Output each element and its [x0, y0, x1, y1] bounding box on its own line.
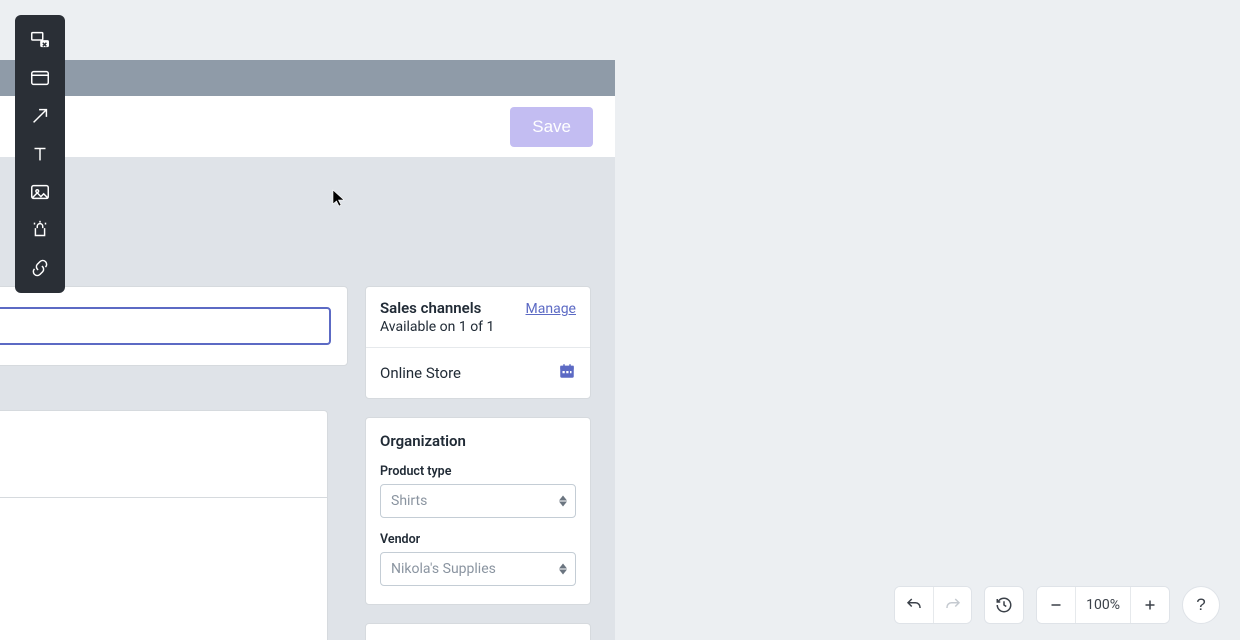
vendor-label: Vendor — [380, 532, 576, 547]
product-title-card — [0, 286, 348, 366]
editor-body[interactable] — [0, 497, 327, 640]
editor-toolbar: 123 — [0, 411, 327, 457]
image-tool[interactable] — [20, 175, 60, 209]
help-button[interactable]: ? — [1182, 586, 1220, 624]
embedded-browser-chrome — [0, 60, 615, 96]
organization-card: Organization Product type Shirts Vendor … — [365, 417, 591, 605]
browser-tool[interactable] — [20, 61, 60, 95]
redo-button[interactable] — [933, 586, 971, 624]
link-tool[interactable] — [20, 251, 60, 285]
hotspot-tool[interactable] — [20, 213, 60, 247]
zoom-out-button[interactable] — [1037, 586, 1075, 624]
product-type-label: Product type — [380, 464, 576, 479]
sales-channel-row: Online Store — [366, 348, 590, 398]
zoom-level: 100% — [1075, 587, 1131, 623]
organization-title: Organization — [380, 432, 576, 450]
sort-icon — [559, 496, 567, 507]
embedded-content: 123 — [0, 158, 615, 640]
text-tool[interactable] — [20, 137, 60, 171]
embedded-header: Save — [0, 96, 615, 158]
arrow-tool[interactable] — [20, 99, 60, 133]
vendor-placeholder: Nikola's Supplies — [391, 561, 496, 577]
history-group — [984, 586, 1024, 624]
product-type-select[interactable]: Shirts — [380, 484, 576, 518]
collections-card: Collections — [365, 623, 591, 640]
right-column: Sales channels Manage Available on 1 of … — [365, 286, 591, 640]
calendar-icon[interactable] — [558, 362, 576, 384]
undo-redo-group — [894, 586, 972, 624]
sales-channels-card: Sales channels Manage Available on 1 of … — [365, 286, 591, 399]
vendor-select[interactable]: Nikola's Supplies — [380, 552, 576, 586]
undo-button[interactable] — [895, 586, 933, 624]
sales-channel-name: Online Store — [380, 364, 461, 382]
save-button[interactable]: Save — [510, 107, 593, 147]
product-title-input[interactable] — [0, 307, 331, 345]
bottom-controls: 100% ? — [894, 586, 1220, 624]
zoom-group: 100% — [1036, 586, 1170, 624]
select-tool[interactable] — [20, 23, 60, 57]
history-button[interactable] — [985, 586, 1023, 624]
annotation-toolbar — [15, 15, 65, 293]
product-type-placeholder: Shirts — [391, 493, 427, 509]
zoom-in-button[interactable] — [1131, 586, 1169, 624]
sales-channels-title: Sales channels — [380, 299, 481, 317]
sort-icon — [559, 564, 567, 575]
manage-link[interactable]: Manage — [526, 301, 576, 317]
description-editor-card: 123 — [0, 410, 328, 640]
sales-availability-text: Available on 1 of 1 — [380, 319, 576, 335]
embedded-frame: Save 123 — [0, 60, 615, 640]
